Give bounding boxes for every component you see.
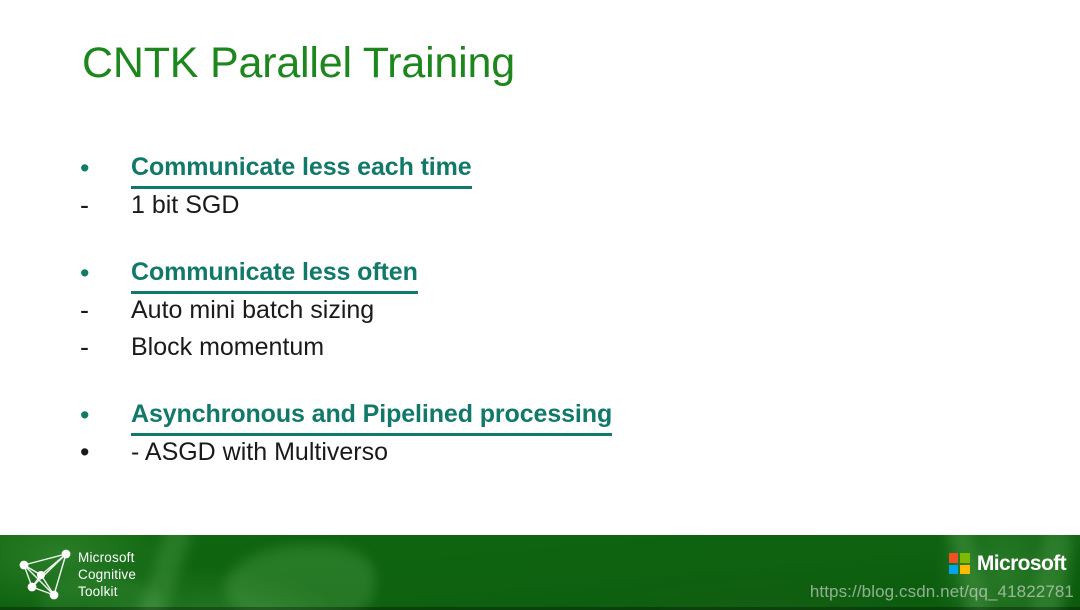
bullet-dot-icon: • (80, 437, 90, 467)
cntk-wordmark-line1: Microsoft (78, 550, 135, 565)
bullet-dot-icon: • (80, 258, 90, 288)
bullet-sub-row: - 1 bit SGD (0, 187, 1080, 224)
bullet-sub-label: 1 bit SGD (131, 191, 240, 219)
bullet-header-row: • Communicate less often (0, 255, 1080, 294)
dash-marker-icon: - (80, 332, 89, 362)
bullet-header-label[interactable]: Asynchronous and Pipelined processing (131, 398, 612, 436)
bullet-header-label[interactable]: Communicate less each time (131, 151, 472, 189)
cntk-network-logo-icon (19, 549, 71, 600)
cntk-wordmark-line3: Toolkit (78, 584, 118, 599)
cntk-wordmark: Microsoft Cognitive Toolkit (78, 549, 136, 600)
microsoft-square-red (948, 553, 959, 563)
bullet-sub-row: - Auto mini batch sizing (0, 292, 1080, 329)
bullet-dot-icon: • (80, 400, 90, 430)
bullet-sub-row: • - ASGD with Multiverso (0, 434, 1080, 471)
bullet-sub-label: Block momentum (131, 333, 325, 361)
cntk-wordmark-line2: Cognitive (78, 567, 137, 582)
bullet-header-label[interactable]: Communicate less often (131, 256, 418, 294)
microsoft-square-yellow (960, 564, 970, 574)
bullet-dot-icon: • (80, 153, 90, 183)
csdn-watermark: https://blog.csdn.net/qq_41822781 (809, 582, 1074, 601)
bullet-sub-row: - Block momentum (0, 329, 1080, 366)
dash-marker-icon: - (80, 190, 89, 220)
microsoft-squares-icon (948, 553, 970, 574)
dash-marker-icon: - (80, 295, 89, 325)
page-title: CNTK Parallel Training (82, 39, 515, 87)
microsoft-square-blue (948, 564, 959, 574)
bullet-group: • Communicate less each time - 1 bit SGD (0, 150, 1080, 224)
bullet-header-row: • Communicate less each time (0, 150, 1080, 189)
microsoft-wordmark: Microsoft (976, 552, 1067, 575)
bullet-group: • Communicate less often - Auto mini bat… (0, 255, 1080, 366)
footer-band: Microsoft Cognitive Toolkit Microsoft ht… (0, 535, 1080, 610)
bullet-sub-label: - ASGD with Multiverso (131, 438, 389, 466)
slide-canvas: CNTK Parallel Training • Communicate les… (0, 0, 1080, 610)
bullet-sub-label: Auto mini batch sizing (131, 296, 375, 324)
bullet-content: • Communicate less each time - 1 bit SGD… (0, 150, 1080, 471)
bullet-header-row: • Asynchronous and Pipelined processing (0, 397, 1080, 436)
bullet-group: • Asynchronous and Pipelined processing … (0, 397, 1080, 471)
microsoft-square-green (960, 553, 970, 563)
leaf-texture (225, 545, 375, 610)
microsoft-logo: Microsoft (948, 552, 1067, 575)
